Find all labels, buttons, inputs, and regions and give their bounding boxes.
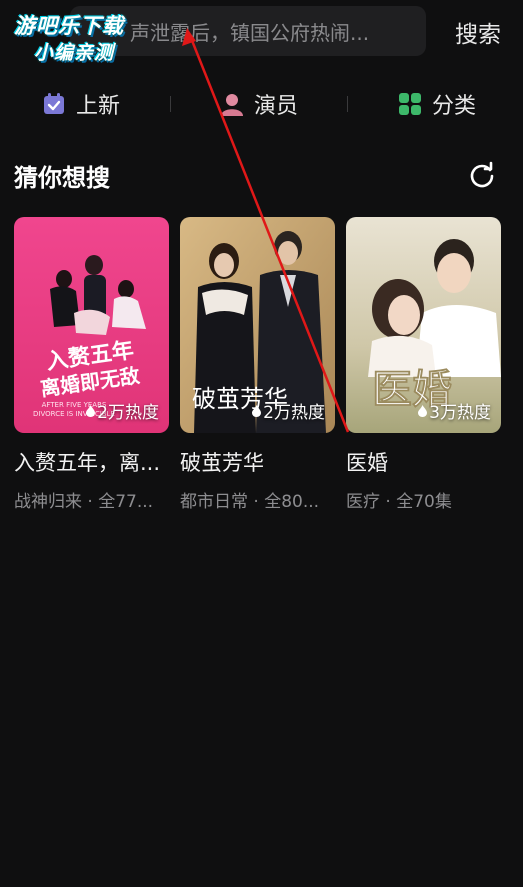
watermark-line1: 游吧乐下载 xyxy=(14,14,124,38)
person-icon xyxy=(220,92,244,116)
watermark-logo: 游吧乐下载 小编亲测 xyxy=(6,8,146,64)
heat-text: 2万热度 xyxy=(97,403,159,423)
drama-card[interactable]: 入赘五年 离婚即无敌 AFTER FIVE YEARS DIVORCE IS I… xyxy=(14,217,169,512)
poster-image[interactable]: 入赘五年 离婚即无敌 AFTER FIVE YEARS DIVORCE IS I… xyxy=(14,217,169,433)
grid-icon xyxy=(398,92,422,116)
nav-item-label: 演员 xyxy=(254,94,299,119)
nav-item-category[interactable]: 分类 xyxy=(398,84,476,124)
heat-badge: 2万热度 xyxy=(252,398,325,423)
poster-image[interactable]: 破茧芳华 2万热度 xyxy=(180,217,335,433)
calendar-check-icon xyxy=(42,92,66,116)
top-bar: 声泄露后，镇国公府热闹... 搜索 游吧乐下载 小编亲测 xyxy=(0,0,523,64)
card-title[interactable]: 医婚 xyxy=(346,447,501,477)
nav-item-label: 分类 xyxy=(432,94,477,119)
card-title[interactable]: 入赘五年，离... xyxy=(14,447,169,477)
nav-divider xyxy=(170,96,171,112)
poster-image[interactable]: 医婚 3万热度 xyxy=(346,217,501,433)
card-subtitle: 医疗 · 全70集 xyxy=(346,492,452,512)
card-title[interactable]: 破茧芳华 xyxy=(180,447,335,477)
nav-item-actors[interactable]: 演员 xyxy=(220,84,298,124)
flame-icon xyxy=(86,404,96,417)
heat-badge: 3万热度 xyxy=(418,398,491,423)
drama-card[interactable]: 医婚 3万热度 医婚 医疗 · 全70集 xyxy=(346,217,501,512)
refresh-icon[interactable] xyxy=(468,161,496,189)
nav-item-new[interactable]: 上新 xyxy=(42,84,120,124)
heat-text: 3万热度 xyxy=(429,403,491,423)
card-subtitle: 都市日常 · 全80... xyxy=(180,492,320,512)
watermark-line2: 小编亲测 xyxy=(34,42,115,64)
search-button[interactable]: 搜索 xyxy=(446,12,510,52)
heat-text: 2万热度 xyxy=(263,403,325,423)
flame-icon xyxy=(418,404,428,417)
nav-item-label: 上新 xyxy=(76,94,121,119)
search-placeholder: 声泄露后，镇国公府热闹... xyxy=(130,20,370,45)
drama-card[interactable]: 破茧芳华 2万热度 破茧芳华 都市日常 · 全80... xyxy=(180,217,335,512)
section-title: 猜你想搜 xyxy=(14,164,110,192)
category-nav: 上新 演员 分类 xyxy=(0,84,523,124)
nav-divider xyxy=(347,96,348,112)
heat-badge: 2万热度 xyxy=(86,398,159,423)
flame-icon xyxy=(252,404,262,417)
card-subtitle: 战神归来 · 全77... xyxy=(14,492,154,512)
